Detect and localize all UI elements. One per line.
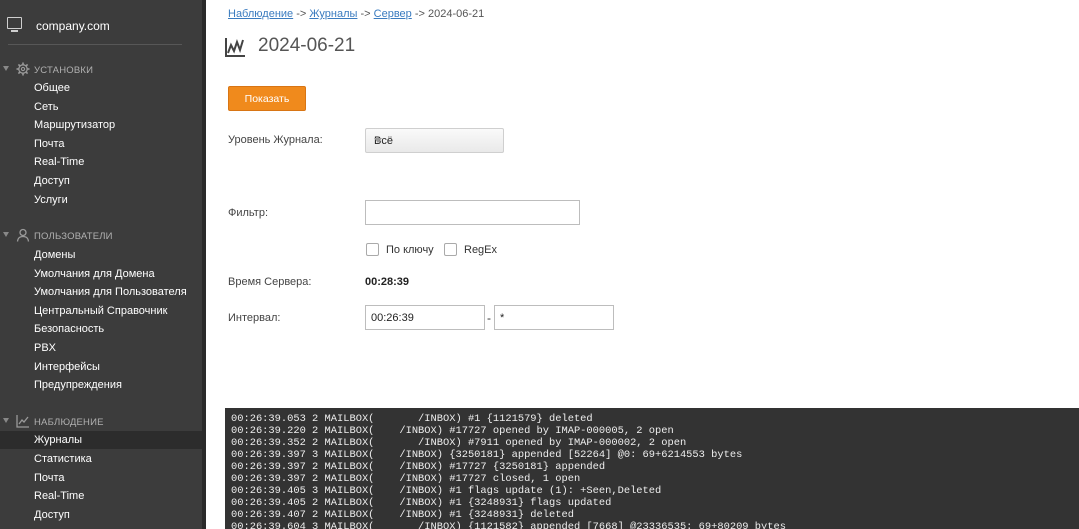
interval-separator: - [487,311,491,325]
regex-checkbox[interactable] [444,243,457,256]
sidebar-item-access-monitor[interactable]: Доступ [0,506,202,524]
gear-icon [16,62,30,76]
sidebar-item-label: Маршрутизатор [34,119,116,131]
section-title: УСТАНОВКИ [34,65,94,76]
breadcrumb-link-monitoring[interactable]: Наблюдение [228,8,293,20]
interval-to-input[interactable] [494,305,614,330]
interval-from-input[interactable] [365,305,485,330]
sidebar-item-label: Умолчания для Пользователя [34,286,187,298]
chevron-down-icon [3,232,9,237]
by-key-label: По ключу [386,244,434,256]
sidebar-edge [202,0,206,529]
sidebar-item-label: Real-Time [34,490,85,502]
sidebar-item-pbx[interactable]: PBX [0,339,202,357]
section-monitoring[interactable]: НАБЛЮДЕНИЕ [0,413,200,431]
chevron-down-icon [374,138,382,143]
log-line: 00:26:39.397 3 MAILBOX( /INBOX) {3250181… [231,449,743,461]
log-line: 00:26:39.397 2 MAILBOX( /INBOX) #17727 {… [231,461,606,473]
server-time-value: 00:28:39 [365,276,410,288]
chart-icon [16,415,29,428]
sidebar-item-logs[interactable]: Журналы [0,431,202,449]
sidebar-item-label: Предупреждения [34,379,122,391]
interval-label: Интервал: [228,312,281,324]
sidebar-item-label: Почта [34,138,65,150]
log-line: 00:26:39.397 2 MAILBOX( /INBOX) #17727 c… [231,473,581,485]
sidebar-item-label: Real-Time [34,156,85,168]
sidebar-item-label: PBX [34,342,57,354]
log-output[interactable]: 00:26:39.053 2 MAILBOX( /INBOX) #1 {1121… [225,408,1079,529]
show-button[interactable]: Показать [228,86,306,111]
sidebar-item-directory[interactable]: Центральный Справочник [0,302,202,320]
chevron-down-icon [3,418,9,423]
sidebar-item-services[interactable]: Услуги [0,191,202,209]
log-line: 00:26:39.352 2 MAILBOX( /INBOX) #7911 op… [231,437,687,449]
log-level-label: Уровень Журнала: [228,134,323,146]
user-icon [16,228,30,242]
by-key-checkbox[interactable] [366,243,379,256]
page-title: 2024-06-21 [258,35,356,56]
sidebar-item-access[interactable]: Доступ [0,172,202,190]
monitor-icon [7,17,22,32]
sidebar-item-label: Доступ [34,175,70,187]
sidebar-item-statistics[interactable]: Статистика [0,450,202,468]
section-title: ПОЛЬЗОВАТЕЛИ [34,231,113,242]
log-line: 00:26:39.407 2 MAILBOX( /INBOX) #1 {3248… [231,509,574,521]
sidebar-item-domain-defaults[interactable]: Умолчания для Домена [0,265,202,283]
chevron-down-icon [3,66,9,71]
sidebar-item-label: Интерфейсы [34,361,100,373]
server-time-label: Время Сервера: [228,276,312,288]
sidebar-item-label: Услуги [34,194,68,206]
sidebar-item-domains[interactable]: Домены [0,246,202,264]
chart-icon [225,38,245,57]
log-level-select[interactable]: Всё [365,128,504,153]
sidebar-item-label: Общее [34,82,71,94]
sidebar-item-mail[interactable]: Почта [0,135,202,153]
sidebar-item-interfaces[interactable]: Интерфейсы [0,358,202,376]
sidebar-item-label: Журналы [34,434,83,446]
filter-input[interactable] [365,200,580,225]
breadcrumb-link-logs[interactable]: Журналы [309,8,357,20]
regex-label: RegEx [464,244,498,256]
sidebar-item-label: Доступ [34,509,70,521]
sidebar-item-mail-monitor[interactable]: Почта [0,469,202,487]
sidebar-item-label: Безопасность [34,323,105,335]
breadcrumb-link-server[interactable]: Сервер [374,8,412,20]
log-line: 00:26:39.220 2 MAILBOX( /INBOX) #17727 o… [231,425,674,437]
sidebar-item-router[interactable]: Маршрутизатор [0,116,202,134]
sidebar-item-realtime[interactable]: Real-Time [0,153,202,171]
sidebar-item-user-defaults[interactable]: Умолчания для Пользователя [0,283,202,301]
breadcrumb-separator: -> [296,8,307,20]
sidebar: company.com УСТАНОВКИ Общее Сеть Маршрут… [0,0,206,529]
sidebar-item-realtime-monitor[interactable]: Real-Time [0,487,202,505]
section-title: НАБЛЮДЕНИЕ [34,417,104,428]
log-line: 00:26:39.604 3 MAILBOX( /INBOX) {1121582… [231,521,786,529]
sidebar-item-label: Центральный Справочник [34,305,168,317]
sidebar-item-alerts[interactable]: Предупреждения [0,376,202,394]
breadcrumb: Наблюдение -> Журналы -> Сервер -> 2024-… [228,8,484,20]
sidebar-item-security[interactable]: Безопасность [0,320,202,338]
brand[interactable]: company.com [0,14,200,38]
section-users[interactable]: ПОЛЬЗОВАТЕЛИ [0,227,200,245]
sidebar-item-label: Домены [34,249,76,261]
filter-label: Фильтр: [228,207,269,219]
sidebar-item-label: Умолчания для Домена [34,268,155,280]
section-settings[interactable]: УСТАНОВКИ [0,61,200,79]
log-line: 00:26:39.405 3 MAILBOX( /INBOX) #1 flags… [231,485,662,497]
breadcrumb-separator: -> [414,8,425,20]
sidebar-item-label: Сеть [34,101,59,113]
breadcrumb-separator: -> [360,8,371,20]
log-line: 00:26:39.405 2 MAILBOX( /INBOX) #1 {3248… [231,497,612,509]
sidebar-item-label: Статистика [34,453,92,465]
sidebar-item-network[interactable]: Сеть [0,98,202,116]
sidebar-item-label: Почта [34,472,65,484]
sidebar-item-general[interactable]: Общее [0,79,202,97]
brand-name: company.com [36,19,110,33]
divider [8,44,182,45]
breadcrumb-current: 2024-06-21 [428,8,485,20]
log-line: 00:26:39.053 2 MAILBOX( /INBOX) #1 {1121… [231,413,593,425]
